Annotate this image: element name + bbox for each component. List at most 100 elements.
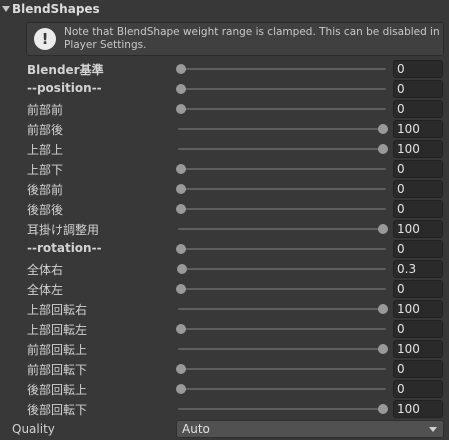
blendshape-row: 全体右 0.3 — [0, 259, 449, 279]
blendshape-row: --rotation-- 0 — [0, 239, 449, 259]
weight-slider-track[interactable] — [178, 268, 386, 270]
foldout-title: BlendShapes — [12, 2, 100, 16]
weight-slider-thumb[interactable] — [176, 84, 186, 94]
weight-slider-track[interactable] — [178, 348, 386, 350]
blendshape-label: 前部後 — [27, 123, 64, 137]
weight-slider-track[interactable] — [178, 408, 386, 410]
blendshape-row: 上部回転左 0 — [0, 319, 449, 339]
blendshape-label: 上部下 — [27, 163, 64, 177]
weight-value-field[interactable]: 0 — [393, 100, 443, 118]
quality-label: Quality — [12, 422, 55, 436]
weight-value-field[interactable]: 0 — [393, 180, 443, 198]
weight-slider-thumb[interactable] — [176, 324, 186, 334]
blendshape-row: 上部上 100 — [0, 139, 449, 159]
weight-slider-thumb[interactable] — [176, 164, 186, 174]
weight-slider-track[interactable] — [178, 228, 386, 230]
weight-slider-thumb[interactable] — [378, 404, 388, 414]
help-box: ! Note that BlendShape weight range is c… — [26, 22, 444, 56]
weight-slider-track[interactable] — [178, 368, 386, 370]
weight-slider-track[interactable] — [178, 168, 386, 170]
blendshapes-foldout-header[interactable]: BlendShapes — [0, 0, 449, 20]
weight-slider-thumb[interactable] — [176, 244, 186, 254]
weight-value-field[interactable]: 100 — [393, 340, 443, 358]
weight-slider-thumb[interactable] — [378, 144, 388, 154]
blendshape-label: 前部回転下 — [27, 363, 88, 377]
weight-slider-thumb[interactable] — [176, 184, 186, 194]
weight-slider-thumb[interactable] — [378, 344, 388, 354]
weight-value-field[interactable]: 0 — [393, 80, 443, 98]
weight-slider-thumb[interactable] — [378, 124, 388, 134]
info-icon: ! — [34, 28, 56, 50]
weight-value-field[interactable]: 100 — [393, 300, 443, 318]
help-text: Note that BlendShape weight range is cla… — [64, 26, 440, 51]
blendshape-row: 後部後 0 — [0, 199, 449, 219]
weight-value-field[interactable]: 0 — [393, 160, 443, 178]
blendshape-row: 後部回転上 0 — [0, 379, 449, 399]
weight-slider-thumb[interactable] — [176, 104, 186, 114]
blendshape-row: 前部前 0 — [0, 99, 449, 119]
weight-slider-thumb[interactable] — [176, 384, 186, 394]
blendshape-row: 前部後 100 — [0, 119, 449, 139]
weight-value-field[interactable]: 100 — [393, 400, 443, 418]
weight-slider-track[interactable] — [178, 88, 386, 90]
weight-slider-track[interactable] — [178, 308, 386, 310]
quality-selected-value: Auto — [182, 422, 210, 436]
blendshape-row: --position-- 0 — [0, 79, 449, 99]
weight-value-field[interactable]: 100 — [393, 140, 443, 158]
blendshape-label: 後部回転上 — [27, 383, 88, 397]
blendshape-row: 上部下 0 — [0, 159, 449, 179]
blendshape-label: 上部回転右 — [27, 303, 88, 317]
quality-dropdown[interactable]: Auto — [176, 420, 444, 438]
blendshape-row: 後部回転下 100 — [0, 399, 449, 419]
blendshape-label: 上部回転左 — [27, 323, 88, 337]
dropdown-arrow-icon — [429, 427, 437, 432]
blendshape-label: 上部上 — [27, 143, 64, 157]
weight-value-field[interactable]: 0 — [393, 200, 443, 218]
weight-value-field[interactable]: 0 — [393, 380, 443, 398]
blendshape-label: Blender基準 — [27, 63, 104, 77]
blendshape-row: 後部前 0 — [0, 179, 449, 199]
weight-slider-thumb[interactable] — [378, 304, 388, 314]
weight-slider-track[interactable] — [178, 188, 386, 190]
blendshapes-panel: BlendShapes ! Note that BlendShape weigh… — [0, 0, 449, 440]
weight-slider-track[interactable] — [178, 148, 386, 150]
blendshape-label: 全体右 — [27, 263, 64, 277]
weight-value-field[interactable]: 0 — [393, 320, 443, 338]
blendshape-label: --rotation-- — [27, 241, 102, 255]
weight-slider-thumb[interactable] — [176, 284, 186, 294]
blendshape-row: Blender基準 0 — [0, 59, 449, 79]
weight-value-field[interactable]: 0 — [393, 60, 443, 78]
weight-value-field[interactable]: 0 — [393, 240, 443, 258]
foldout-arrow-icon[interactable] — [2, 6, 10, 12]
blendshape-row: 前部回転上 100 — [0, 339, 449, 359]
weight-slider-thumb[interactable] — [176, 64, 186, 74]
weight-slider-track[interactable] — [178, 68, 386, 70]
weight-slider-track[interactable] — [178, 128, 386, 130]
blendshape-label: 全体左 — [27, 283, 64, 297]
weight-slider-thumb[interactable] — [176, 264, 187, 274]
blendshape-label: 後部前 — [27, 183, 64, 197]
weight-slider-track[interactable] — [178, 208, 386, 210]
weight-value-field[interactable]: 0 — [393, 360, 443, 378]
blendshape-label: 後部回転下 — [27, 403, 88, 417]
weight-value-field[interactable]: 0 — [393, 280, 443, 298]
weight-slider-track[interactable] — [178, 328, 386, 330]
blendshape-label: 前部前 — [27, 103, 64, 117]
blendshape-row: 前部回転下 0 — [0, 359, 449, 379]
weight-value-field[interactable]: 100 — [393, 120, 443, 138]
blendshape-label: 前部回転上 — [27, 343, 88, 357]
blendshape-row: 耳掛け調整用 100 — [0, 219, 449, 239]
weight-value-field[interactable]: 100 — [393, 220, 443, 238]
weight-value-field[interactable]: 0.3 — [393, 260, 443, 278]
weight-slider-thumb[interactable] — [176, 364, 186, 374]
weight-slider-track[interactable] — [178, 288, 386, 290]
blendshape-row: 上部回転右 100 — [0, 299, 449, 319]
weight-slider-track[interactable] — [178, 388, 386, 390]
weight-slider-track[interactable] — [178, 248, 386, 250]
weight-slider-track[interactable] — [178, 108, 386, 110]
weight-slider-thumb[interactable] — [176, 204, 186, 214]
blendshape-row: 全体左 0 — [0, 279, 449, 299]
weight-slider-thumb[interactable] — [378, 224, 388, 234]
blendshape-label: --position-- — [27, 81, 102, 95]
blendshape-label: 後部後 — [27, 203, 64, 217]
